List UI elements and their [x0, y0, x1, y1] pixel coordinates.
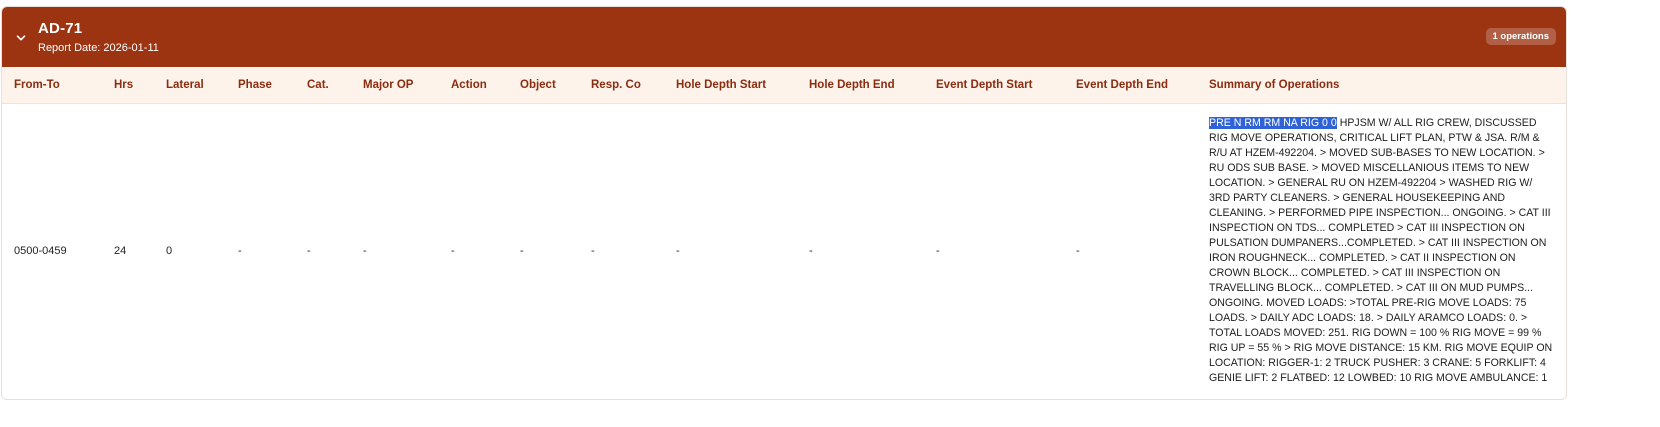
col-header-event-depth-start[interactable]: Event Depth Start — [924, 67, 1064, 104]
report-title: AD-71 — [38, 20, 83, 37]
cell-lateral: 0 — [166, 244, 173, 257]
cell-hrs: 24 — [114, 244, 127, 257]
col-header-event-depth-end[interactable]: Event Depth End — [1064, 67, 1197, 104]
cell-major-op: - — [363, 244, 367, 257]
cell-hole-depth-start: - — [676, 244, 680, 257]
cell-resp-co: - — [591, 244, 595, 257]
cell-from-to: 0500-0459 — [14, 244, 67, 257]
cell-cat: - — [307, 244, 311, 257]
chevron-down-icon[interactable] — [15, 31, 27, 43]
report-header[interactable]: AD-71 Report Date: 2026-01-11 1 operatio… — [2, 7, 1566, 67]
operations-table: From-To Hrs Lateral Phase Cat. Major OP … — [2, 67, 1566, 398]
cell-hole-depth-end: - — [809, 244, 813, 257]
col-header-hole-depth-end[interactable]: Hole Depth End — [797, 67, 924, 104]
col-header-major-op[interactable]: Major OP — [351, 67, 439, 104]
col-header-action[interactable]: Action — [439, 67, 508, 104]
col-header-object[interactable]: Object — [508, 67, 579, 104]
cell-phase: - — [238, 244, 242, 257]
report-date: Report Date: 2026-01-11 — [38, 42, 159, 54]
col-header-from-to[interactable]: From-To — [2, 67, 102, 104]
cell-summary[interactable]: PRE N RM RM NA RIG 0 0 HPJSM W/ ALL RIG … — [1197, 103, 1566, 398]
table-header-row: From-To Hrs Lateral Phase Cat. Major OP … — [2, 67, 1566, 104]
col-header-cat[interactable]: Cat. — [295, 67, 351, 104]
cell-event-depth-end: - — [1076, 244, 1080, 257]
cell-object: - — [520, 244, 524, 257]
col-header-resp-co[interactable]: Resp. Co — [579, 67, 664, 104]
col-header-phase[interactable]: Phase — [226, 67, 295, 104]
col-header-hole-depth-start[interactable]: Hole Depth Start — [664, 67, 797, 104]
table-row[interactable]: 0500-0459 24 0 - - - - - - - - - - PRE N… — [2, 103, 1566, 398]
cell-action: - — [451, 244, 455, 257]
col-header-lateral[interactable]: Lateral — [154, 67, 226, 104]
report-card: AD-71 Report Date: 2026-01-11 1 operatio… — [1, 6, 1567, 400]
cell-event-depth-start: - — [936, 244, 940, 257]
operations-count-badge: 1 operations — [1485, 28, 1556, 45]
col-header-summary[interactable]: Summary of Operations — [1197, 67, 1566, 104]
col-header-hrs[interactable]: Hrs — [102, 67, 154, 104]
summary-text[interactable]: HPJSM W/ ALL RIG CREW, DISCUSSED RIG MOV… — [1209, 117, 1552, 384]
selected-text[interactable]: PRE N RM RM NA RIG 0 0 — [1209, 116, 1337, 129]
